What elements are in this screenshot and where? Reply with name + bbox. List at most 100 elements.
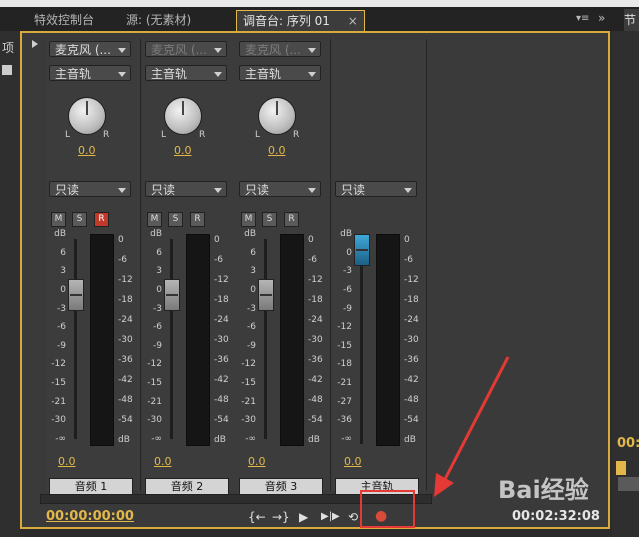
overflow-icon[interactable]: » [598,11,605,25]
volume-fader-1[interactable] [68,279,84,311]
fader-scale-tick: 0 [250,284,256,295]
fader-scale-tick: -9 [343,303,352,314]
meter-scale-tick: -36 [214,355,229,365]
fader-scale-tick: 0 [156,284,162,295]
fader-scale-tick: 3 [60,266,66,277]
pan-right-label: R [103,130,110,140]
solo-button-2[interactable]: S [168,212,183,227]
fader-scale-tick: 3 [156,266,162,277]
automation-mode-2[interactable]: 只读 [145,181,227,197]
volume-fader-2[interactable] [164,279,180,311]
automation-mode-1[interactable]: 只读 [49,181,131,197]
fader-scale-tick: -30 [241,415,256,426]
meter-scale-tick: -48 [214,395,229,405]
fader-scale-tick: -15 [147,378,162,389]
expand-arrow-icon[interactable] [32,40,38,48]
fader-scale-tick: -12 [51,359,66,370]
fader-scale-tick: -15 [51,378,66,389]
fader-scale-tick: dB [244,229,256,239]
fader-scale-tick: -3 [153,303,162,314]
fader-scale-tick: -3 [57,303,66,314]
pan-knob-2[interactable] [164,97,202,135]
meter-scale-tick: -6 [308,255,317,265]
meter-scale-tick: -24 [308,315,323,325]
panel-menu-icon[interactable]: ▾≡ [576,13,589,24]
mute-button-1[interactable]: M [51,212,66,227]
output-select-2[interactable]: 主音轨 [145,65,227,81]
mute-button-2[interactable]: M [147,212,162,227]
meter-scale-tick: -54 [118,415,133,425]
record-arm-button-2[interactable]: R [190,212,205,227]
go-to-out-button[interactable]: →} [272,510,290,524]
meter-scale-tick: -30 [118,335,133,345]
meter-scale-tick: 0 [308,235,314,245]
meter-scale-tick: -36 [404,355,419,365]
meter-scale-tick: -48 [308,395,323,405]
chevron-down-icon [308,188,316,193]
playhead-marker[interactable] [616,461,626,475]
automation-mode-3[interactable]: 只读 [239,181,321,197]
right-clip [618,477,639,491]
volume-fader-master[interactable] [354,234,370,266]
volume-value-1[interactable]: 0.0 [58,455,76,468]
play-button[interactable]: ▶ [299,510,308,524]
tab-source[interactable]: 源: (无素材) [120,10,197,30]
current-timecode[interactable]: 00:00:00:00 [46,509,134,524]
close-icon[interactable]: × [348,14,358,28]
fader-scale-tick: -21 [337,378,352,389]
right-panel-edge: 00: [612,31,639,537]
right-tab[interactable]: 节 [624,9,639,31]
meter-scale-tick: -12 [214,275,229,285]
meter-scale-tick: -6 [118,255,127,265]
fader-scale-tick: 0 [346,247,352,258]
record-arm-button-1[interactable]: R [94,212,109,227]
fader-scale-tick: -30 [51,415,66,426]
volume-value-3[interactable]: 0.0 [248,455,266,468]
pan-left-label: L [65,130,71,140]
volume-value-2[interactable]: 0.0 [154,455,172,468]
pan-value-2[interactable]: 0.0 [174,144,192,157]
audio-mixer-panel: 麦克风 (... 主音轨 L R 0.0 只读 M S R 0.0 音频 1 d… [20,31,610,529]
mute-button-3[interactable]: M [241,212,256,227]
input-select-2[interactable]: 麦克风 (... [145,41,227,57]
volume-value-master[interactable]: 0.0 [344,455,362,468]
chevron-down-icon [118,48,126,53]
left-panel-label: 项 [2,41,15,55]
track-name-1: 音频 1 [49,478,133,495]
record-arm-button-3[interactable]: R [284,212,299,227]
fader-scale-tick: 3 [250,266,256,277]
level-meter-2 [186,234,210,446]
play-in-to-out-button[interactable]: ▶|▶ [321,510,340,524]
automation-mode-master[interactable]: 只读 [335,181,417,197]
right-timecode: 00: [617,436,639,451]
meter-scale-tick: -12 [118,275,133,285]
duration-timecode: 00:02:32:08 [512,509,600,524]
pan-value-3[interactable]: 0.0 [268,144,286,157]
tab-audio-mixer[interactable]: 调音台: 序列 01 × [236,10,365,31]
output-select-1[interactable]: 主音轨 [49,65,131,81]
pan-knob-1[interactable] [68,97,106,135]
solo-button-3[interactable]: S [262,212,277,227]
fader-scale-tick: -21 [241,396,256,407]
pan-value-1[interactable]: 0.0 [78,144,96,157]
meter-scale-tick: 0 [214,235,220,245]
input-select-3[interactable]: 麦克风 (... [239,41,321,57]
input-select-1[interactable]: 麦克风 (... [49,41,131,57]
meter-scale-tick: -42 [214,375,229,385]
output-select-3[interactable]: 主音轨 [239,65,321,81]
chevron-down-icon [308,72,316,77]
channel-strip-master: 只读 0.0 主音轨 dB 0 -3 -6 -9 -12 -15 -18 -21 -27 -36 -∞… [332,39,427,495]
fader-scale-tick: -3 [247,303,256,314]
fader-scale-tick: -∞ [245,434,256,444]
solo-button-1[interactable]: S [72,212,87,227]
tab-effect-controls[interactable]: 特效控制台 [28,10,100,30]
fader-scale-tick: -6 [153,322,162,333]
fader-track-3 [264,239,267,439]
loop-button[interactable]: ⟲ [348,510,358,524]
pan-knob-3[interactable] [258,97,296,135]
meter-scale-tick: -30 [214,335,229,345]
fader-scale-tick: dB [150,229,162,239]
go-to-in-button[interactable]: {← [248,510,266,524]
meter-scale-tick: -18 [118,295,133,305]
volume-fader-3[interactable] [258,279,274,311]
